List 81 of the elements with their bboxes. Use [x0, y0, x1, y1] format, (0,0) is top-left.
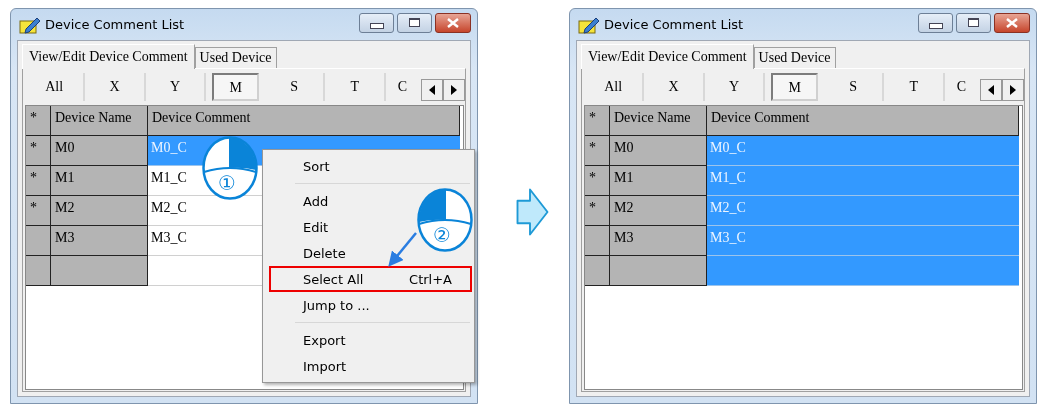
row-marker-cell — [26, 256, 51, 286]
device-type-tab[interactable]: S — [265, 73, 326, 101]
menu-item[interactable]: Import — [303, 353, 353, 379]
tab[interactable]: View/Edit Device Comment — [581, 44, 754, 69]
row-marker-cell — [585, 256, 610, 286]
tab[interactable]: View/Edit Device Comment — [22, 44, 195, 69]
scroll-left-button[interactable] — [979, 79, 1002, 101]
device-name-cell: M2 — [51, 196, 148, 226]
device-type-tab[interactable]: All — [25, 73, 86, 101]
menu-item-label: Import — [303, 358, 347, 374]
tab[interactable]: Used Device — [194, 47, 277, 68]
menu-item[interactable]: Edit — [303, 214, 335, 240]
row-marker-cell: * — [585, 136, 610, 166]
close-button[interactable] — [435, 12, 471, 33]
device-name-cell: M3 — [51, 226, 148, 256]
device-name-cell: M2 — [610, 196, 707, 226]
step-number: ① — [218, 171, 236, 195]
row-marker-cell: * — [26, 166, 51, 196]
right-triangle-icon — [450, 85, 457, 95]
menu-item-label: Jump to ... — [303, 297, 370, 313]
device-type-tab[interactable]: C — [385, 73, 419, 101]
device-name-cell: M3 — [610, 226, 707, 256]
menu-item-label: Delete — [303, 245, 346, 261]
scroll-right-button[interactable] — [1001, 79, 1024, 101]
minimize-button[interactable] — [918, 12, 953, 33]
close-button[interactable] — [994, 12, 1030, 33]
device-type-tab[interactable]: X — [85, 73, 146, 101]
menu-item[interactable]: Sort — [303, 153, 336, 179]
device-name-cell: M0 — [51, 136, 148, 166]
device-type-tab[interactable]: All — [584, 73, 645, 101]
left-triangle-icon — [428, 85, 435, 95]
row-marker-cell: * — [26, 196, 51, 226]
window-title: Device Comment List — [604, 17, 745, 32]
menu-item[interactable]: Add — [303, 188, 335, 214]
device-name-cell: M1 — [51, 166, 148, 196]
menu-item-label: Edit — [303, 219, 329, 235]
right-triangle-icon — [1009, 85, 1016, 95]
row-marker-cell — [26, 226, 51, 256]
row-marker-cell: * — [26, 136, 51, 166]
device-name-cell: M0 — [610, 136, 707, 166]
menu-item-label: Sort — [303, 158, 330, 174]
menu-item[interactable]: Select All Ctrl+A — [269, 266, 472, 292]
scroll-right-button[interactable] — [442, 79, 465, 101]
left-triangle-icon — [987, 85, 994, 95]
window-title: Device Comment List — [45, 17, 186, 32]
maximize-button[interactable] — [397, 12, 432, 33]
row-marker-cell — [585, 226, 610, 256]
device-type-tab[interactable]: M — [212, 73, 260, 101]
column-header: Device Name — [51, 106, 148, 136]
menu-item-label: Select All — [303, 271, 364, 287]
column-header: Device Name — [610, 106, 707, 136]
menu-item[interactable]: Delete — [303, 240, 352, 266]
column-header: Device Comment — [707, 106, 1019, 136]
menu-item-label: Export — [303, 332, 346, 348]
column-header: * — [26, 106, 51, 136]
column-header: * — [585, 106, 610, 136]
row-marker-cell: * — [585, 196, 610, 226]
menu-item[interactable]: Jump to ... — [303, 292, 376, 318]
menu-item[interactable]: Export — [303, 327, 352, 353]
tab[interactable]: Used Device — [753, 47, 836, 68]
step-number: ② — [433, 223, 451, 247]
column-header: Device Comment — [148, 106, 460, 136]
minimize-button[interactable] — [359, 12, 394, 33]
scroll-left-button[interactable] — [420, 79, 443, 101]
device-type-tab[interactable]: X — [644, 73, 705, 101]
shortcut-label: Ctrl+A — [409, 271, 452, 287]
device-type-tab[interactable]: T — [884, 73, 945, 101]
device-type-tab[interactable]: S — [824, 73, 885, 101]
device-type-tab[interactable]: M — [771, 73, 819, 101]
device-type-tab[interactable]: Y — [704, 73, 766, 101]
mouse-icon — [416, 187, 474, 253]
maximize-button[interactable] — [956, 12, 991, 33]
device-type-tab[interactable]: C — [944, 73, 978, 101]
device-type-tab[interactable]: T — [325, 73, 386, 101]
row-marker-cell: * — [585, 166, 610, 196]
device-type-tab[interactable]: Y — [145, 73, 207, 101]
device-name-cell: M1 — [610, 166, 707, 196]
comment-cell[interactable] — [707, 256, 1019, 286]
close-icon — [447, 17, 459, 28]
close-icon — [1006, 17, 1018, 28]
menu-item-label: Add — [303, 193, 329, 209]
